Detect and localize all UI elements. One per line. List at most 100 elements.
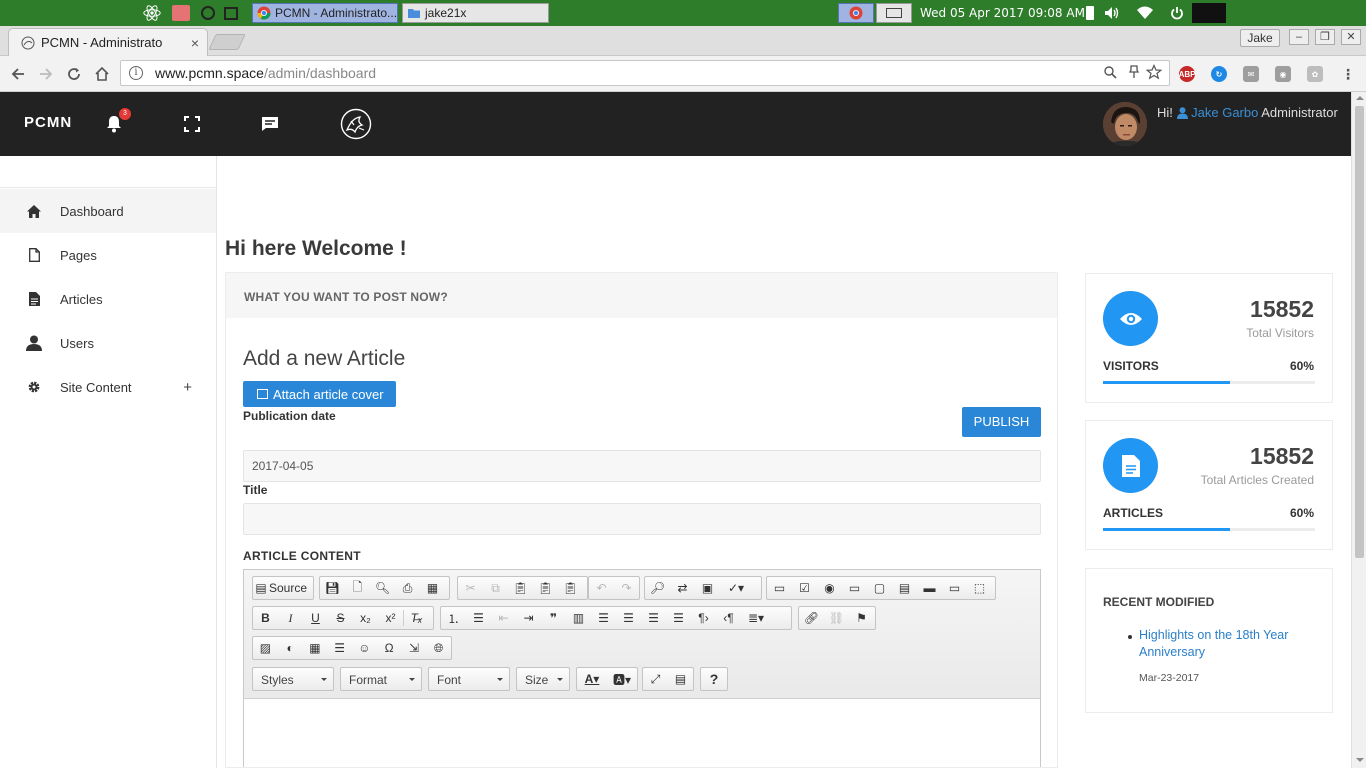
blockquote-icon[interactable]: ❞ bbox=[541, 607, 566, 629]
publish-button[interactable]: PUBLISH bbox=[962, 407, 1041, 437]
scroll-up-icon[interactable] bbox=[1356, 96, 1364, 100]
format-dropdown[interactable]: Format bbox=[340, 667, 422, 691]
tab-close-icon[interactable]: × bbox=[191, 35, 199, 51]
rtl-icon[interactable]: ‹¶ bbox=[716, 607, 741, 629]
replace-icon[interactable]: ⇄ bbox=[670, 577, 695, 599]
table-icon[interactable]: ▦ bbox=[303, 637, 328, 659]
title-input[interactable] bbox=[243, 503, 1041, 535]
pin-icon[interactable] bbox=[1126, 64, 1142, 80]
adblock-extension-icon[interactable]: ABP bbox=[1179, 66, 1195, 82]
bullet-list-icon[interactable]: ☰ bbox=[466, 607, 491, 629]
pet-extension-icon[interactable]: ✿ bbox=[1307, 66, 1323, 82]
forward-icon[interactable] bbox=[36, 64, 56, 84]
text-color-icon[interactable]: A▾ bbox=[577, 668, 607, 690]
restore-icon[interactable]: ❐ bbox=[1315, 29, 1335, 45]
sidebar-item-users[interactable]: Users bbox=[0, 321, 216, 365]
background-color-icon[interactable]: 🅰︎▾ bbox=[607, 668, 637, 690]
attach-cover-button[interactable]: Attach article cover bbox=[243, 381, 396, 407]
form-icon[interactable]: ▭ bbox=[767, 577, 792, 599]
new-tab-button[interactable] bbox=[208, 34, 246, 50]
font-dropdown[interactable]: Font bbox=[428, 667, 510, 691]
copy-icon[interactable]: ⧉ bbox=[483, 577, 508, 599]
sidebar-item-site-content[interactable]: Site Content + bbox=[0, 365, 216, 409]
zoom-icon[interactable] bbox=[1102, 64, 1118, 80]
redo-icon[interactable]: ↷ bbox=[614, 577, 639, 599]
files-app-icon[interactable] bbox=[172, 4, 190, 22]
undo-icon[interactable]: ↶ bbox=[589, 577, 614, 599]
scroll-down-icon[interactable] bbox=[1356, 758, 1364, 762]
minimize-icon[interactable]: – bbox=[1289, 29, 1309, 45]
sidebar-item-articles[interactable]: Articles bbox=[0, 277, 216, 321]
camera-extension-icon[interactable]: ◉ bbox=[1275, 66, 1291, 82]
spellcheck-icon[interactable]: ✓▾ bbox=[720, 577, 752, 599]
react-app-icon[interactable] bbox=[143, 4, 161, 22]
checkbox-icon[interactable]: ☑ bbox=[792, 577, 817, 599]
strikethrough-icon[interactable]: S bbox=[328, 607, 353, 629]
paste-text-icon[interactable]: 📋︎ bbox=[533, 577, 558, 599]
styles-dropdown[interactable]: Styles bbox=[252, 667, 334, 691]
subscript-icon[interactable]: x₂ bbox=[353, 607, 378, 629]
browser-tab[interactable]: PCMN - Administrato × bbox=[8, 28, 208, 56]
special-char-icon[interactable]: Ω bbox=[377, 637, 402, 659]
new-page-icon[interactable]: 🗋︎ bbox=[345, 577, 370, 599]
link-icon[interactable]: 🔗︎ bbox=[799, 607, 824, 629]
reload-icon[interactable] bbox=[64, 64, 84, 84]
clock[interactable]: Wed 05 Apr 2017 09:08 AM bbox=[920, 6, 1085, 20]
avatar[interactable] bbox=[1103, 102, 1147, 146]
info-icon[interactable]: i bbox=[129, 66, 143, 80]
preview-icon[interactable]: 🔍︎ bbox=[370, 577, 395, 599]
paste-word-icon[interactable]: 📋︎ bbox=[558, 577, 583, 599]
organization-emblem-icon[interactable] bbox=[340, 108, 372, 140]
user-name-link[interactable]: Jake Garbo bbox=[1191, 105, 1258, 120]
maximize-icon[interactable]: ⤢ bbox=[643, 668, 668, 690]
back-icon[interactable] bbox=[8, 64, 28, 84]
italic-icon[interactable]: I bbox=[278, 607, 303, 629]
underline-icon[interactable]: U bbox=[303, 607, 328, 629]
div-container-icon[interactable]: ▥ bbox=[566, 607, 591, 629]
sidebar-item-pages[interactable]: Pages bbox=[0, 233, 216, 277]
indent-icon[interactable]: ⇥ bbox=[516, 607, 541, 629]
page-scrollbar[interactable] bbox=[1351, 92, 1366, 768]
hidden-field-icon[interactable]: ⬚ bbox=[967, 577, 992, 599]
paste-icon[interactable]: 📋︎ bbox=[508, 577, 533, 599]
globe-app-icon[interactable] bbox=[199, 4, 217, 22]
battery-icon[interactable] bbox=[1081, 4, 1099, 22]
anchor-flag-icon[interactable]: ⚑ bbox=[849, 607, 874, 629]
bookmark-star-icon[interactable] bbox=[1146, 64, 1162, 80]
source-button[interactable]: ▤ Source bbox=[252, 576, 314, 600]
align-right-icon[interactable]: ☰ bbox=[641, 607, 666, 629]
terminal-app-icon[interactable] bbox=[222, 4, 240, 22]
find-icon[interactable]: 🔎︎ bbox=[645, 577, 670, 599]
sync-extension-icon[interactable]: ↻ bbox=[1211, 66, 1227, 82]
publication-date-input[interactable]: 2017-04-05 bbox=[243, 450, 1041, 482]
textarea-icon[interactable]: ▢ bbox=[867, 577, 892, 599]
iframe-icon[interactable]: 🌐︎ bbox=[426, 637, 451, 659]
unlink-icon[interactable]: ⛓ bbox=[824, 607, 849, 629]
button-field-icon[interactable]: ▬ bbox=[917, 577, 942, 599]
profile-button[interactable]: Jake bbox=[1240, 29, 1280, 47]
justify-icon[interactable]: ☰ bbox=[666, 607, 691, 629]
chrome-tray-icon[interactable] bbox=[838, 3, 874, 23]
flash-icon[interactable]: ◐ bbox=[278, 637, 303, 659]
power-icon[interactable] bbox=[1168, 4, 1186, 22]
numbered-list-icon[interactable]: ⒈ bbox=[441, 607, 466, 629]
taskbar-window-folder[interactable]: jake21x bbox=[402, 3, 549, 23]
image-button-icon[interactable]: ▭ bbox=[942, 577, 967, 599]
editor-content-area[interactable] bbox=[244, 698, 1040, 767]
bold-icon[interactable]: B bbox=[253, 607, 278, 629]
menu-dots-icon[interactable]: ⋮ bbox=[1340, 66, 1356, 82]
volume-icon[interactable] bbox=[1103, 4, 1121, 22]
superscript-icon[interactable]: x² bbox=[378, 607, 403, 629]
cut-icon[interactable]: ✂ bbox=[458, 577, 483, 599]
smiley-icon[interactable]: ☺ bbox=[352, 637, 377, 659]
horizontal-line-icon[interactable]: ☰ bbox=[327, 637, 352, 659]
page-break-icon[interactable]: ⇲ bbox=[402, 637, 427, 659]
taskbar-window-browser[interactable]: PCMN - Administrato... bbox=[252, 3, 398, 23]
help-button[interactable]: ? bbox=[700, 667, 728, 691]
brand-logo[interactable]: PCMN bbox=[24, 114, 72, 131]
align-left-icon[interactable]: ☰ bbox=[591, 607, 616, 629]
ltr-icon[interactable]: ¶› bbox=[691, 607, 716, 629]
templates-icon[interactable]: ▦ bbox=[420, 577, 445, 599]
save-icon[interactable]: 💾︎ bbox=[320, 577, 345, 599]
wifi-icon[interactable] bbox=[1136, 4, 1154, 22]
